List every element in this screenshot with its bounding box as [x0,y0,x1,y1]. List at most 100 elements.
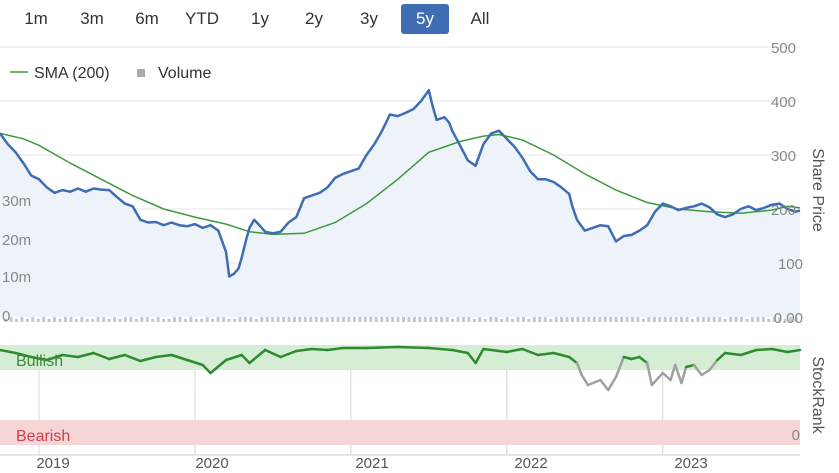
volume-tick-20m: 20m [2,232,31,249]
volume-bar [396,317,400,322]
stockrank-segment [650,371,665,387]
volume-bar [211,318,215,322]
volume-tick-30m: 30m [2,193,31,210]
price-chart: SMA (200) Volume 500 400 300 200 100 0.0… [0,40,826,472]
price-tick-500: 500 [771,40,796,57]
volume-bar [451,318,455,322]
volume-bar [167,318,171,322]
volume-bar [532,317,536,322]
volume-legend-icon [137,69,145,77]
volume-bar [527,318,531,322]
volume-bar [718,317,722,322]
volume-bar [74,318,78,322]
volume-bar [129,317,133,322]
stockrank-segment [586,378,602,387]
volume-bar [696,317,700,322]
price-tick-200: 200 [771,202,796,219]
volume-tick-10m: 10m [2,269,31,286]
stockrank-segment [755,347,774,352]
volume-bar [145,317,149,322]
volume-bar [134,318,138,322]
price-axis-title: Share Price [809,148,826,232]
volume-bar [232,318,236,322]
volume-bar [31,317,35,322]
volume-bar [58,318,62,322]
volume-bar [456,317,460,322]
legend-volume-label: Volume [158,65,211,82]
x-tick-2022: 2022 [514,455,547,472]
price-tick-400: 400 [771,94,796,111]
x-tick-2019: 2019 [36,455,69,472]
volume-bar [113,317,117,322]
volume-bar [521,317,525,322]
stockrank-segment [396,345,431,350]
volume-bar [162,318,166,322]
stockrank-segment [606,375,618,392]
volume-bar [25,318,29,322]
volume-bar [483,318,487,322]
volume-bar [500,318,504,322]
volume-bar [472,318,476,322]
volume-bar [189,317,193,322]
x-tick-2020: 2020 [195,455,228,472]
volume-bar [598,317,602,322]
stockrank-segment [580,373,590,387]
volume-bar [325,317,329,322]
volume-bar [227,318,231,322]
volume-bar [194,318,198,322]
price-tick-300: 300 [771,148,796,165]
volume-bar [478,317,482,322]
volume-bar [707,317,711,322]
stockrank-segment [599,378,610,392]
volume-bar [761,317,765,322]
volume-bar [14,318,18,322]
volume-tick-0: 0 [2,308,10,325]
stockrank-bands [0,345,800,445]
volume-bar [254,318,258,322]
stockrank-segment [310,347,329,352]
volume-bar [85,318,89,322]
bearish-band [0,420,800,445]
volume-bar [222,317,226,322]
volume-bar [489,317,493,322]
volume-bar [729,317,733,322]
x-tick-2023: 2023 [674,455,707,472]
stockrank-tick-zero: 0 [792,427,800,444]
volume-bar [658,317,662,322]
volume-bar [352,317,356,322]
volume-bar [36,318,40,322]
volume-bar [183,318,187,322]
volume-bar [543,317,547,322]
price-area-fill [0,90,800,317]
volume-bar [205,317,209,322]
volume-bar [118,318,122,322]
volume-bar [625,317,629,322]
volume-bar [80,317,84,322]
volume-bar [249,317,253,322]
volume-bar [745,318,749,322]
volume-bar [571,317,575,322]
bearish-label: Bearish [16,428,70,445]
stockrank-segment [700,368,711,377]
bullish-label: Bullish [16,353,63,370]
volume-bar [440,317,444,322]
volume-bar [47,318,51,322]
volume-bar [636,317,640,322]
volume-bar [690,318,694,322]
volume-bar [151,318,155,322]
volume-bar [511,318,515,322]
volume-bar [549,318,553,322]
volume-bar [554,317,558,322]
volume-bar [173,317,177,322]
volume-bar [750,317,754,322]
volume-bar [53,317,57,322]
volume-bar [200,318,204,322]
volume-bar [107,318,111,322]
volume-bar [63,317,67,322]
volume-bar [467,317,471,322]
volume-bar [685,317,689,322]
volume-bar [647,317,651,322]
volume-bar [505,317,509,322]
volume-bar [674,317,678,322]
volume-bar [767,318,771,322]
